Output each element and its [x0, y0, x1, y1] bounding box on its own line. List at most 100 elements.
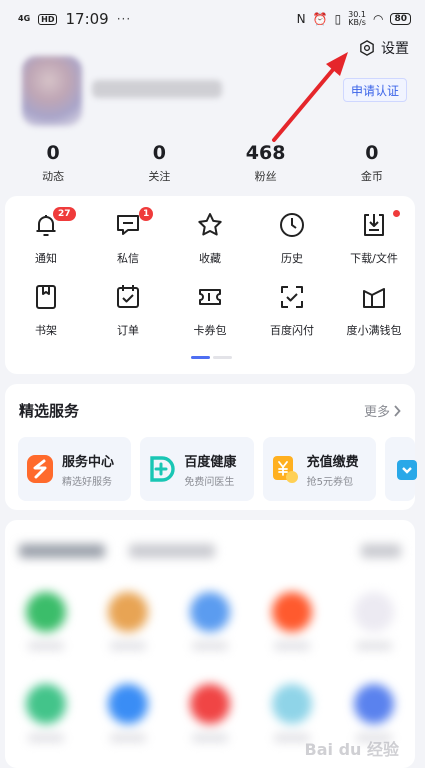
net-speed: 30.1 KB/s	[348, 11, 366, 27]
shortcut-bookshelf[interactable]: 书架	[5, 282, 87, 354]
alarm-icon: ⏰	[312, 12, 328, 26]
nfc-icon: N	[296, 12, 306, 26]
blurred-app	[26, 592, 66, 650]
shortcut-label: 私信	[117, 252, 139, 265]
shortcut-notifications[interactable]: 27 通知	[5, 207, 87, 282]
featured-services-card: 精选服务 更多 服务中心 精选好服务 百度健康 免费问医生 充值缴费 抢5元券包	[5, 384, 417, 510]
star-icon	[198, 213, 222, 236]
service-recharge[interactable]: 充值缴费 抢5元券包	[262, 437, 376, 501]
new-dot	[393, 210, 400, 217]
gear-icon	[360, 40, 374, 56]
apply-verify-button[interactable]: 申请认证	[342, 78, 407, 102]
blurred-app	[108, 592, 148, 650]
avatar[interactable]	[22, 56, 82, 126]
blurred-app	[190, 592, 230, 650]
shortcut-label: 通知	[35, 252, 57, 265]
watermark: Bai du 经验	[304, 740, 399, 759]
blurred-app	[272, 592, 312, 650]
stats-row: 0 动态 0 关注 468 粉丝 0 金币	[0, 140, 425, 190]
service-center[interactable]: 服务中心 精选好服务	[18, 437, 132, 501]
stat-label: 粉丝	[254, 170, 277, 183]
box-icon	[396, 460, 417, 480]
signal-indicator: 4G	[18, 14, 31, 23]
shortcut-orders[interactable]: 订单	[87, 282, 169, 354]
service-subtitle: 精选好服务	[62, 476, 112, 488]
profile-header: 设置 申请认证	[0, 38, 425, 138]
blurred-tab	[129, 544, 215, 558]
more-label: 更多	[363, 405, 390, 420]
order-icon	[117, 285, 139, 308]
shortcut-label: 下载/文件	[350, 252, 398, 265]
health-icon	[150, 456, 175, 482]
shortcut-label: 百度闪付	[270, 324, 314, 337]
blurred-app	[272, 684, 312, 742]
bookshelf-icon	[36, 285, 56, 309]
status-bar: 4G HD 17:09 ··· N ⏰ ▯ 30.1 KB/s ◠ 80	[0, 0, 425, 38]
status-dots: ···	[116, 12, 132, 26]
blurred-app	[354, 592, 394, 650]
service-name: 服务中心	[62, 454, 115, 470]
battery-indicator: 80	[390, 13, 411, 25]
recharge-icon	[272, 456, 298, 483]
blurred-app	[108, 684, 148, 742]
blurred-app	[354, 684, 394, 742]
section-title: 精选服务	[19, 402, 80, 420]
unread-badge: 1	[139, 207, 154, 221]
net-speed-unit: KB/s	[348, 18, 366, 27]
scan-pay-icon	[281, 286, 303, 308]
page-dot-active	[191, 356, 210, 359]
shortcut-messages[interactable]: 1 私信	[87, 207, 169, 282]
shortcut-label: 书架	[35, 324, 57, 337]
blurred-tab	[19, 544, 105, 558]
wifi-icon: ◠	[372, 12, 384, 26]
shortcut-label: 订单	[117, 324, 139, 337]
blurred-app	[26, 684, 66, 742]
shortcut-label: 收藏	[199, 252, 221, 265]
stat-label: 关注	[148, 170, 171, 183]
shortcut-label: 历史	[281, 252, 303, 265]
vibrate-icon: ▯	[334, 12, 342, 26]
stat-value: 0	[46, 142, 60, 164]
stat-value: 0	[152, 142, 166, 164]
stat-posts[interactable]: 0 动态	[0, 140, 106, 190]
shortcut-downloads[interactable]: 下载/文件	[333, 210, 415, 282]
stat-value: 468	[245, 142, 286, 164]
settings-button[interactable]: 设置	[358, 38, 409, 58]
stat-followers[interactable]: 468 粉丝	[213, 140, 319, 190]
service-center-icon	[27, 455, 53, 483]
stat-following[interactable]: 0 关注	[106, 140, 212, 190]
shortcut-favorites[interactable]: 收藏	[169, 210, 251, 282]
service-health[interactable]: 百度健康 免费问医生	[140, 437, 254, 501]
service-name: 百度健康	[184, 454, 237, 470]
more-button[interactable]: 更多	[364, 401, 401, 420]
shortcut-wallet[interactable]: 度小满钱包	[333, 282, 415, 354]
blurred-app	[190, 684, 230, 742]
shortcut-coupons[interactable]: 卡券包	[169, 282, 251, 354]
blurred-content-section	[5, 520, 415, 768]
shortcut-quickpay[interactable]: 百度闪付	[251, 282, 333, 354]
shortcuts-card: 27 通知 1 私信 收藏 历史 下载/文件 书架 订单 卡券包 百度闪付 度小…	[5, 196, 415, 374]
shortcut-label: 度小满钱包	[346, 324, 402, 337]
stat-coins[interactable]: 0 金币	[319, 140, 425, 190]
nickname-blurred[interactable]	[92, 80, 222, 98]
unread-badge: 27	[53, 207, 76, 221]
stat-label: 动态	[42, 170, 65, 183]
shortcut-label: 卡券包	[193, 324, 227, 337]
blurred-tab	[361, 544, 401, 558]
wallet-icon	[363, 288, 385, 308]
status-time: 17:09	[65, 10, 109, 28]
chevron-right-icon	[394, 404, 401, 417]
service-name: 充值缴费	[306, 454, 359, 470]
stat-value: 0	[365, 142, 379, 164]
hd-indicator: HD	[38, 13, 58, 25]
service-partial[interactable]	[384, 437, 417, 501]
service-subtitle: 抢5元券包	[306, 476, 354, 488]
page-indicator	[191, 356, 232, 359]
blurred-placeholder	[5, 520, 415, 742]
service-subtitle: 免费问医生	[184, 476, 235, 488]
settings-label: 设置	[381, 41, 409, 57]
ticket-icon	[199, 289, 221, 305]
clock-icon	[280, 213, 304, 237]
page-dot	[213, 356, 232, 359]
shortcut-history[interactable]: 历史	[251, 210, 333, 282]
